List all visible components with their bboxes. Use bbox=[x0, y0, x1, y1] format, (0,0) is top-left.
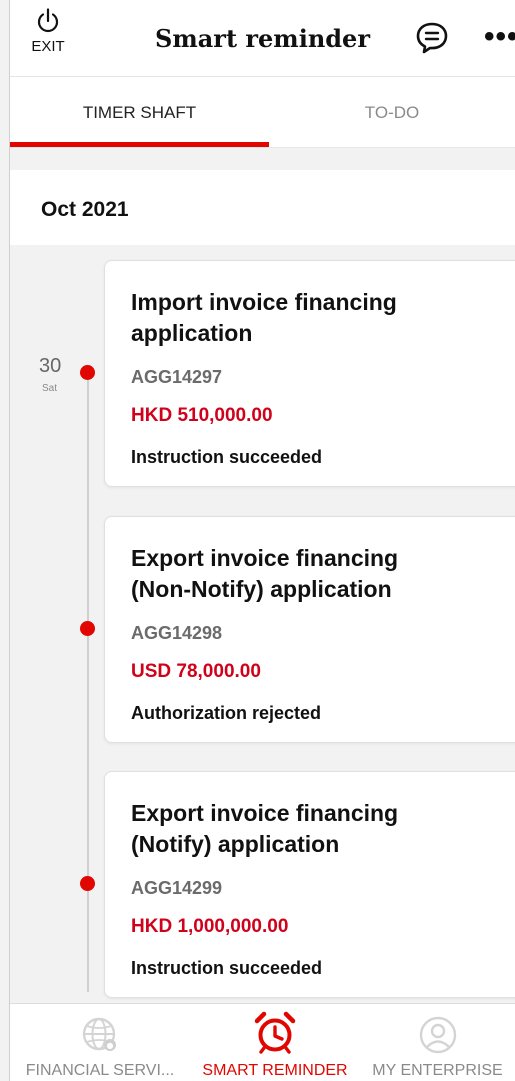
card-amount: HKD 1,000,000.00 bbox=[131, 916, 289, 937]
timeline-dot bbox=[80, 876, 95, 891]
reminder-card[interactable]: Export invoice financing (Notify) applic… bbox=[104, 771, 515, 998]
nav-financial-services[interactable]: ● FINANCIAL SERVI... bbox=[10, 1004, 190, 1081]
svg-text:●: ● bbox=[107, 1041, 114, 1050]
active-tab-indicator bbox=[10, 142, 269, 147]
card-amount: USD 78,000.00 bbox=[131, 661, 261, 682]
card-status: Instruction succeeded bbox=[131, 958, 323, 978]
nav-label: MY ENTERPRISE bbox=[372, 1062, 503, 1079]
card-reference: AGG14299 bbox=[131, 878, 223, 898]
card-reference: AGG14298 bbox=[131, 623, 223, 643]
message-icon[interactable] bbox=[415, 21, 449, 55]
reminder-card[interactable]: Export invoice financing (Non-Notify) ap… bbox=[104, 516, 515, 743]
date-day-number: 30 bbox=[39, 355, 62, 377]
timeline-dot bbox=[80, 621, 95, 636]
nav-smart-reminder[interactable]: SMART REMINDER bbox=[190, 1004, 360, 1081]
card-title: Export invoice financing (Non-Notify) ap… bbox=[131, 545, 399, 602]
app-frame: EXIT Smart reminder ••• TIMER SHAFT TO-D… bbox=[0, 0, 515, 1081]
timeline-line bbox=[87, 372, 89, 992]
alarm-clock-icon bbox=[254, 1011, 296, 1054]
frame-border bbox=[9, 0, 10, 1081]
tab-bar: TIMER SHAFT TO-DO bbox=[10, 77, 515, 148]
header-bar: EXIT Smart reminder ••• bbox=[10, 0, 515, 77]
user-icon bbox=[419, 1016, 456, 1054]
more-icon[interactable]: ••• bbox=[484, 22, 515, 52]
card-amount: HKD 510,000.00 bbox=[131, 405, 273, 426]
month-header: Oct 2021 bbox=[10, 170, 515, 245]
nav-label: FINANCIAL SERVI... bbox=[25, 1062, 175, 1079]
reminder-card[interactable]: Import invoice financing application AGG… bbox=[104, 260, 515, 487]
card-status: Instruction succeeded bbox=[131, 447, 323, 467]
nav-my-enterprise[interactable]: MY ENTERPRISE bbox=[360, 1004, 515, 1081]
timeline-dot bbox=[80, 365, 95, 380]
bottom-nav: ● FINANCIAL SERVI... SMART REMINDER MY E… bbox=[10, 1003, 515, 1081]
card-status: Authorization rejected bbox=[131, 703, 322, 723]
card-title: Import invoice financing application bbox=[131, 289, 397, 346]
nav-label: SMART REMINDER bbox=[202, 1062, 348, 1079]
tab-to-do[interactable]: TO-DO bbox=[269, 77, 515, 147]
card-reference: AGG14297 bbox=[131, 367, 223, 387]
card-title: Export invoice financing (Notify) applic… bbox=[131, 800, 399, 857]
month-label: Oct 2021 bbox=[41, 198, 129, 221]
globe-icon: ● bbox=[82, 1017, 116, 1051]
date-weekday: Sat bbox=[42, 383, 58, 394]
tab-timer-shaft[interactable]: TIMER SHAFT bbox=[10, 77, 269, 147]
